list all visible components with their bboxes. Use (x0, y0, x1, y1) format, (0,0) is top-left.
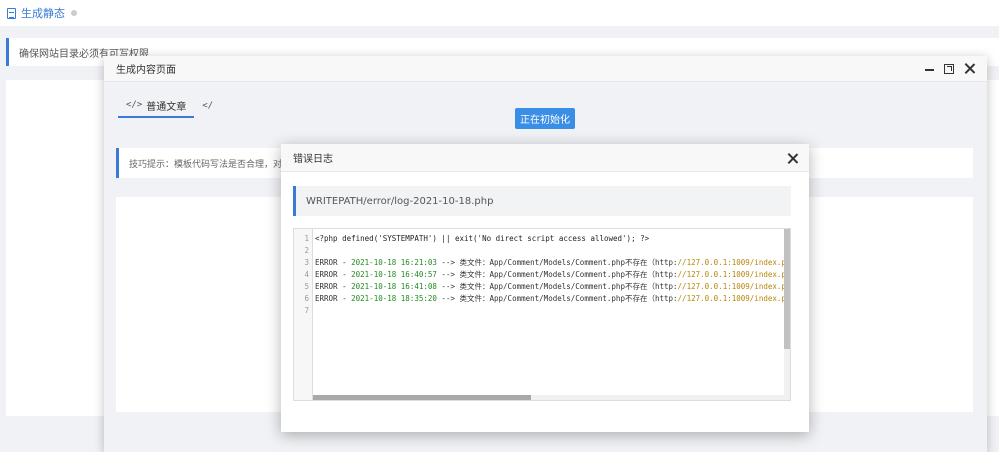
document-icon (7, 7, 16, 19)
log-url: //127.0.0.1:1009/index.p (677, 282, 784, 291)
code-line: 7 (294, 305, 784, 317)
log-date: 2021-10-18 (351, 294, 397, 303)
log-date: 2021-10-18 (351, 282, 397, 291)
minimize-icon[interactable] (925, 68, 934, 71)
line-number: 5 (304, 282, 309, 291)
log-prefix: ERROR - (315, 282, 352, 291)
line-text (313, 305, 315, 317)
log-url: //127.0.0.1:1009/index.p (677, 258, 784, 267)
tab-second[interactable]: </ (194, 94, 225, 118)
line-number: 2 (304, 246, 309, 255)
error-modal-header: 错误日志 (281, 144, 809, 172)
vertical-scroll-thumb[interactable] (784, 229, 790, 349)
close-icon[interactable] (787, 153, 798, 164)
log-msg: --> 类文件：App/Comment/Models/Comment.php不存… (436, 294, 678, 303)
maximize-icon[interactable] (944, 63, 954, 74)
code-line: 4 ERROR - 2021-10-18 16:40:57 --> 类文件：App… (294, 269, 784, 281)
line-text: ERROR - 2021-10-18 18:35:20 --> 类文件：App/… (313, 293, 784, 305)
log-msg: --> 类文件：App/Comment/Models/Comment.php不存… (436, 282, 678, 291)
log-url: //127.0.0.1:1009/index.p (677, 270, 784, 279)
line-number: 6 (304, 294, 309, 303)
code-line: 1 <?php defined('SYSTEMPATH') || exit('No… (294, 233, 784, 245)
log-msg: --> 类文件：App/Comment/Models/Comment.php不存… (436, 258, 678, 267)
code-icon: </ (202, 101, 214, 111)
log-time: 16:21:03 (396, 258, 437, 267)
log-time: 16:41:08 (396, 282, 437, 291)
page-title[interactable]: 生成静态 (21, 5, 65, 21)
line-number: 4 (304, 270, 309, 279)
code-line: 5 ERROR - 2021-10-18 16:41:08 --> 类文件：App… (294, 281, 784, 293)
tab-label: 普通文章 (146, 101, 187, 113)
page-header: 生成静态 (0, 0, 999, 26)
error-modal-title: 错误日志 (293, 154, 333, 165)
modal-header: 生成内容页面 (104, 56, 987, 82)
modal-title: 生成内容页面 (116, 65, 176, 76)
code-icon: </> (126, 100, 143, 110)
close-icon[interactable] (964, 63, 975, 74)
log-prefix: ERROR - (315, 270, 352, 279)
log-prefix: ERROR - (315, 258, 352, 267)
modal-controls (925, 63, 975, 74)
error-log-modal: 错误日志 WRITEPATH/error/log-2021-10-18.php … (281, 144, 809, 432)
line-text: ERROR - 2021-10-18 16:21:03 --> 类文件：App/… (313, 257, 784, 269)
line-text: ERROR - 2021-10-18 16:41:08 --> 类文件：App/… (313, 281, 784, 293)
line-text: ERROR - 2021-10-18 16:40:57 --> 类文件：App/… (313, 269, 784, 281)
tab-status-dot (71, 10, 77, 16)
log-file-path: WRITEPATH/error/log-2021-10-18.php (293, 186, 791, 216)
line-text (313, 245, 315, 257)
horizontal-scroll-thumb[interactable] (313, 395, 531, 400)
tab-bar: </> 普通文章 </ (118, 94, 225, 118)
line-number: 1 (304, 234, 309, 243)
line-text: <?php defined('SYSTEMPATH') || exit('No … (315, 234, 650, 243)
log-code-viewer[interactable]: 1 <?php defined('SYSTEMPATH') || exit('No… (293, 228, 791, 401)
log-date: 2021-10-18 (351, 270, 397, 279)
code-line: 6 ERROR - 2021-10-18 18:35:20 --> 类文件：App… (294, 293, 784, 305)
vertical-scrollbar[interactable] (784, 229, 790, 400)
log-prefix: ERROR - (315, 294, 352, 303)
code-line: 3 ERROR - 2021-10-18 16:21:03 --> 类文件：App… (294, 257, 784, 269)
tab-normal-article[interactable]: </> 普通文章 (118, 94, 195, 118)
initializing-button[interactable]: 正在初始化 (515, 108, 575, 129)
horizontal-scrollbar[interactable] (313, 395, 786, 400)
log-date: 2021-10-18 (351, 258, 397, 267)
log-url: //127.0.0.1:1009/index.p (677, 294, 784, 303)
line-number: 7 (304, 306, 309, 315)
code-content: 1 <?php defined('SYSTEMPATH') || exit('No… (294, 233, 784, 317)
line-number: 3 (304, 258, 309, 267)
log-time: 16:40:57 (396, 270, 437, 279)
code-line: 2 (294, 245, 784, 257)
log-msg: --> 类文件：App/Comment/Models/Comment.php不存… (436, 270, 678, 279)
log-time: 18:35:20 (396, 294, 437, 303)
